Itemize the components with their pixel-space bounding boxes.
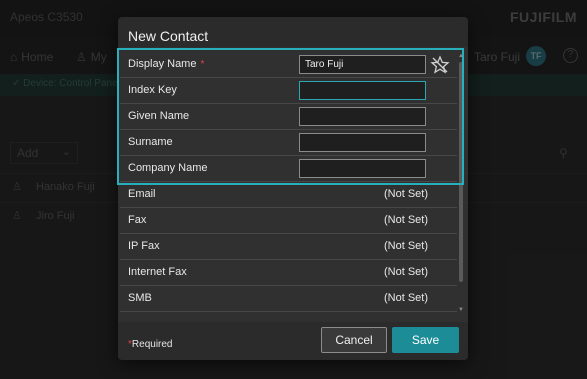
- email-label: Email: [128, 188, 156, 200]
- smb-row[interactable]: SMB (Not Set): [120, 286, 457, 312]
- ip-fax-value: (Not Set): [384, 240, 429, 252]
- surname-label: Surname: [128, 136, 173, 148]
- required-note: *Required: [128, 339, 173, 350]
- company-name-label: Company Name: [128, 162, 208, 174]
- internet-fax-row[interactable]: Internet Fax (Not Set): [120, 260, 457, 286]
- company-name-row: Company Name: [120, 156, 457, 182]
- app-root: Apeos C3530 FUJIFILM ⌂ Home ♙ My Taro Fuji…: [0, 0, 587, 379]
- dialog-footer: *Required Cancel Save: [118, 322, 468, 360]
- company-name-field[interactable]: [299, 159, 426, 178]
- smb-label: SMB: [128, 292, 152, 304]
- index-key-label: Index Key: [128, 84, 177, 96]
- display-name-row: Display Name *: [120, 52, 457, 78]
- required-marker: *: [200, 59, 205, 70]
- smb-value: (Not Set): [384, 292, 429, 304]
- given-name-label: Given Name: [128, 110, 190, 122]
- dialog-title: New Contact: [128, 28, 209, 44]
- given-name-row: Given Name: [120, 104, 457, 130]
- new-contact-dialog: New Contact Display Name* Index Key Give…: [118, 17, 468, 360]
- fax-row[interactable]: Fax (Not Set): [120, 208, 457, 234]
- ip-fax-label: IP Fax: [128, 240, 160, 252]
- dialog-body: Display Name* Index Key Given Name Surna…: [118, 47, 468, 322]
- display-name-label: Display Name *: [128, 58, 205, 70]
- fax-label: Fax: [128, 214, 147, 226]
- display-name-field[interactable]: [299, 55, 426, 74]
- fax-value: (Not Set): [384, 214, 429, 226]
- scrollbar[interactable]: ▲ ▼: [458, 53, 464, 315]
- internet-fax-value: (Not Set): [384, 266, 429, 278]
- index-key-row: Index Key: [120, 78, 457, 104]
- favorite-star-icon[interactable]: [430, 55, 450, 75]
- surname-field[interactable]: [299, 133, 426, 152]
- ip-fax-row[interactable]: IP Fax (Not Set): [120, 234, 457, 260]
- surname-row: Surname: [120, 130, 457, 156]
- scroll-up-icon[interactable]: ▲: [458, 53, 464, 59]
- given-name-field[interactable]: [299, 107, 426, 126]
- internet-fax-label: Internet Fax: [128, 266, 187, 278]
- save-button[interactable]: Save: [392, 327, 459, 353]
- scroll-down-icon[interactable]: ▼: [458, 307, 464, 313]
- index-key-field[interactable]: [299, 81, 426, 100]
- scrollbar-thumb[interactable]: [459, 62, 463, 282]
- email-row[interactable]: Email (Not Set): [120, 182, 457, 208]
- cancel-button[interactable]: Cancel: [321, 327, 387, 353]
- email-value: (Not Set): [384, 188, 429, 200]
